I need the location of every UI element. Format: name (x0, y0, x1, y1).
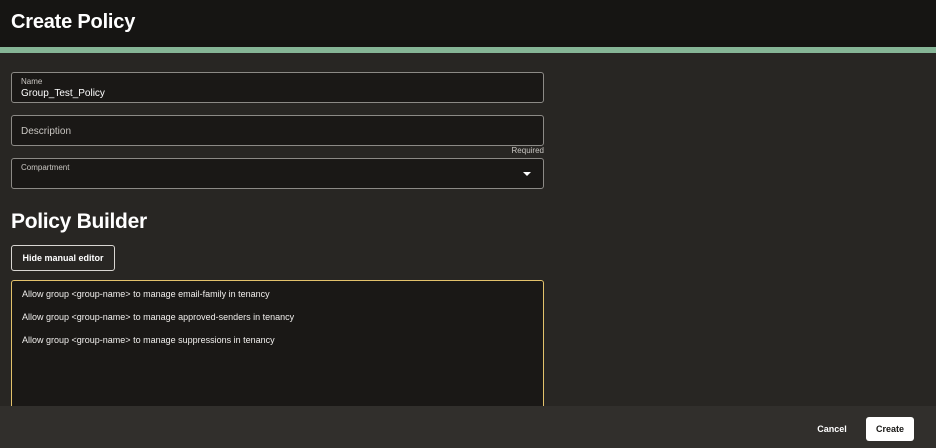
page-title: Create Policy (11, 11, 136, 33)
name-field-label: Name (21, 77, 43, 86)
hide-manual-editor-button[interactable]: Hide manual editor (11, 245, 115, 271)
header-accent-bar (0, 47, 936, 53)
page-header: Create Policy (0, 0, 936, 47)
policy-statement-line: Allow group <group-name> to manage appro… (22, 312, 295, 322)
policy-builder-title: Policy Builder (11, 210, 147, 233)
description-field-placeholder: Description (21, 126, 72, 137)
policy-statement-editor[interactable]: Allow group <group-name> to manage email… (11, 280, 544, 410)
compartment-select-label: Compartment (21, 163, 70, 172)
create-button[interactable]: Create (866, 417, 914, 441)
action-footer (0, 406, 936, 448)
name-field-value: Group_Test_Policy (21, 88, 105, 99)
cancel-button[interactable]: Cancel (808, 417, 856, 441)
compartment-select[interactable]: Compartment (11, 158, 544, 189)
policy-statement-line: Allow group <group-name> to manage email… (22, 289, 270, 299)
policy-statement-line: Allow group <group-name> to manage suppr… (22, 335, 275, 345)
required-note: Required (511, 146, 544, 155)
description-field[interactable]: Description (11, 115, 544, 146)
caret-down-icon[interactable] (523, 172, 531, 176)
name-field[interactable]: Name Group_Test_Policy (11, 72, 544, 103)
